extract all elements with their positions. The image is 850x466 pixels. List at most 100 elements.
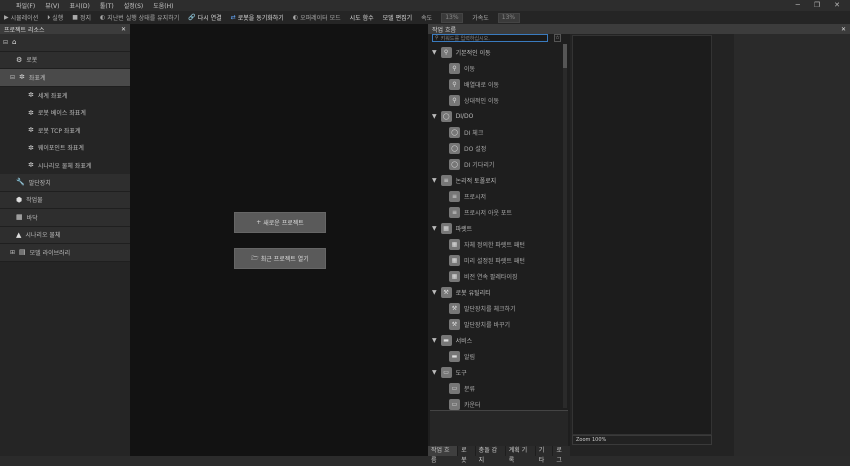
tree-root[interactable]: ⊟ ⌂ — [0, 34, 130, 52]
expand-arrow-icon[interactable]: ▼ — [432, 113, 437, 120]
keep-state-toggle[interactable]: ◐ 지난번 실행 상태를 유지하기 — [100, 13, 179, 22]
tab-3[interactable]: 계획 기록 — [505, 446, 535, 464]
expand-arrow-icon[interactable]: ▼ — [432, 289, 437, 296]
box-icon: ▭ — [449, 398, 460, 410]
toggle-icon: ◐ — [100, 14, 106, 21]
menu-help[interactable]: 도움(H) — [153, 1, 173, 10]
workflow-item[interactable]: ▦ 비전 연속 팔레타이징 — [428, 268, 562, 284]
group-label: DI/DO — [455, 112, 474, 120]
tree-item-robot[interactable]: ⚙ 로봇 — [0, 51, 130, 69]
close-icon[interactable]: ✕ — [834, 1, 840, 9]
accel-stepper[interactable]: 13% — [497, 12, 520, 23]
frame-icon: ✲ — [28, 126, 34, 135]
close-icon[interactable]: ✕ — [121, 26, 126, 33]
stack-icon: ≡ — [449, 206, 460, 218]
tree-item-waypoint-frame[interactable]: ✲ 웨이포인트 좌표계 — [0, 139, 130, 157]
folder-icon: 🗁 — [251, 254, 259, 262]
run-icon: ⏵ — [47, 13, 51, 21]
zoom-stepper[interactable]: Zoom 100% — [572, 435, 712, 445]
home-icon: ⌂ — [12, 38, 17, 47]
workflow-group[interactable]: ▼ ▦ 파렛트 — [428, 220, 562, 236]
sync-robot-button[interactable]: ⇄ 로봇을 동기화하기 — [231, 13, 284, 22]
canvas-area[interactable] — [572, 35, 712, 435]
tab-0[interactable]: 작업 흐름 — [428, 446, 458, 464]
tab-5[interactable]: 로그 — [553, 446, 571, 464]
menu-display[interactable]: 표시(D) — [70, 1, 90, 10]
run-button[interactable]: ⏵ 실행 — [47, 13, 63, 23]
pin-icon: ⚲ — [449, 78, 460, 90]
menu-tools[interactable]: 툴(T) — [100, 1, 114, 10]
workflow-item[interactable]: ▭ 카운터 — [428, 396, 562, 410]
workflow-item[interactable]: ▭ 분류 — [428, 380, 562, 396]
tree-item-robot-tcp-frame[interactable]: ✲ 로봇 TCP 좌표계 — [0, 121, 130, 139]
workflow-item[interactable]: ◯ DI 체크 — [428, 124, 562, 140]
open-recent-project-button[interactable]: 🗁 최근 프로젝트 열기 — [234, 248, 326, 269]
workflow-group[interactable]: ▼ ⚒ 로봇 유틸리티 — [428, 284, 562, 300]
group-label: 파렛트 — [455, 225, 473, 233]
search-icon: ⚲ — [435, 35, 439, 41]
workflow-item[interactable]: ▦ 미리 설정된 파렛트 패턴 — [428, 252, 562, 268]
expand-arrow-icon[interactable]: ▼ — [432, 369, 437, 376]
tree-item-world-frame[interactable]: ✲ 세계 좌표계 — [0, 86, 130, 104]
tree-item-model-library[interactable]: ⊞ ▤ 모델 라이브러리 — [0, 244, 130, 262]
global-var-button[interactable]: 시도 함수 — [350, 13, 374, 22]
scrollbar[interactable] — [563, 44, 567, 408]
tree-item-scenario-object-frame[interactable]: ✲ 시나리오 물체 좌표계 — [0, 156, 130, 174]
tree-label: 시나리오 물체 좌표계 — [37, 162, 92, 170]
group-label: 로봇 유틸리티 — [455, 289, 491, 297]
workflow-item[interactable]: ⚲ 배열대로 이동 — [428, 76, 562, 92]
workflow-item[interactable]: ⚲ 상대적인 이동 — [428, 92, 562, 108]
tree-item-robot-base-frame[interactable]: ✲ 로봇 베이스 좌표계 — [0, 104, 130, 122]
workflow-group[interactable]: ▼ ▬ 서비스 — [428, 332, 562, 348]
menu-settings[interactable]: 설정(S) — [124, 1, 144, 10]
tree-label: 말단장치 — [28, 179, 51, 187]
expand-arrow-icon[interactable]: ▼ — [432, 225, 437, 232]
tree-item-frames[interactable]: ⊟ ✲ 좌표계 — [0, 69, 130, 87]
model-editor-button[interactable]: 모델 편집기 — [383, 13, 413, 22]
workflow-item[interactable]: ≡ 프로시저 — [428, 188, 562, 204]
workflow-group[interactable]: ▼ ▭ 도구 — [428, 364, 562, 380]
expand-arrow-icon[interactable]: ▼ — [432, 337, 437, 344]
workflow-item[interactable]: ⚲ 이동 — [428, 60, 562, 76]
menu-view[interactable]: 뷰(V) — [45, 1, 59, 10]
tab-4[interactable]: 기타 — [535, 446, 553, 464]
toolbar: ▶ 시뮬레이션 ⏵ 실행 ■ 정지 ◐ 지난번 실행 상태를 유지하기 🔗 다시 연결 ⇄… — [0, 11, 850, 24]
expand-arrow-icon[interactable]: ▼ — [432, 177, 437, 184]
restore-icon[interactable]: ❐ — [814, 1, 820, 9]
tool-icon: ⚒ — [449, 302, 460, 314]
operator-mode-toggle[interactable]: ◐ 오퍼레이터 모드 — [293, 13, 341, 22]
close-icon[interactable]: ✕ — [841, 26, 846, 33]
sync-icon: ⇄ — [230, 14, 236, 21]
group-label: 기본적인 이동 — [455, 49, 491, 57]
speed-stepper[interactable]: 13% — [441, 12, 464, 23]
tree-item-floor[interactable]: ▦ 바닥 — [0, 209, 130, 227]
stop-button[interactable]: ■ 정지 — [72, 13, 91, 22]
new-project-button[interactable]: + 새로운 프로젝트 — [234, 212, 326, 233]
speed-label: 속도 — [421, 15, 433, 22]
workflow-group[interactable]: ▼ ◯ DI/DO — [428, 108, 562, 124]
reconnect-button[interactable]: 🔗 다시 연결 — [188, 13, 221, 22]
workflow-item[interactable]: ◯ DO 설정 — [428, 140, 562, 156]
expand-arrow-icon[interactable]: ▼ — [432, 49, 437, 56]
simulation-button[interactable]: ▶ 시뮬레이션 — [4, 13, 38, 22]
workflow-item[interactable]: ⚒ 말단장치를 체크하기 — [428, 300, 562, 316]
search-input[interactable]: ⚲ 키워드를 입력하십시오. — [432, 34, 548, 42]
minimize-icon[interactable]: ─ — [796, 1, 800, 9]
tree-label: 작업물 — [26, 197, 43, 205]
tab-1[interactable]: 로봇 — [458, 446, 475, 464]
workflow-item[interactable]: ⚒ 말단장치를 바꾸기 — [428, 316, 562, 332]
menu-file[interactable]: 파일(F) — [16, 1, 35, 10]
workflow-item[interactable]: ▬ 알림 — [428, 348, 562, 364]
tree-item-workpiece[interactable]: ⬢ 작업물 — [0, 191, 130, 209]
workflow-item[interactable]: ▦ 자체 정의한 파렛트 패턴 — [428, 236, 562, 252]
workflow-group[interactable]: ▼ ⚲ 기본적인 이동 — [428, 44, 562, 60]
tab-2[interactable]: 충돌 감지 — [475, 446, 505, 464]
scrollbar-thumb[interactable] — [563, 44, 567, 68]
workflow-item[interactable]: ◯ DI 기다리기 — [428, 156, 562, 172]
workflow-item[interactable]: ≡ 프로시저 아웃 포트 — [428, 204, 562, 220]
circle-icon: ◯ — [440, 110, 452, 122]
tree-item-end-effector[interactable]: 🔧 말단장치 — [0, 174, 130, 192]
favorite-button[interactable]: ☆ — [554, 34, 561, 42]
workflow-group[interactable]: ▼ ≡ 논리적 토폴로지 — [428, 172, 562, 188]
tree-item-scenario-object[interactable]: ▲ 시나리오 물체 — [0, 226, 130, 244]
